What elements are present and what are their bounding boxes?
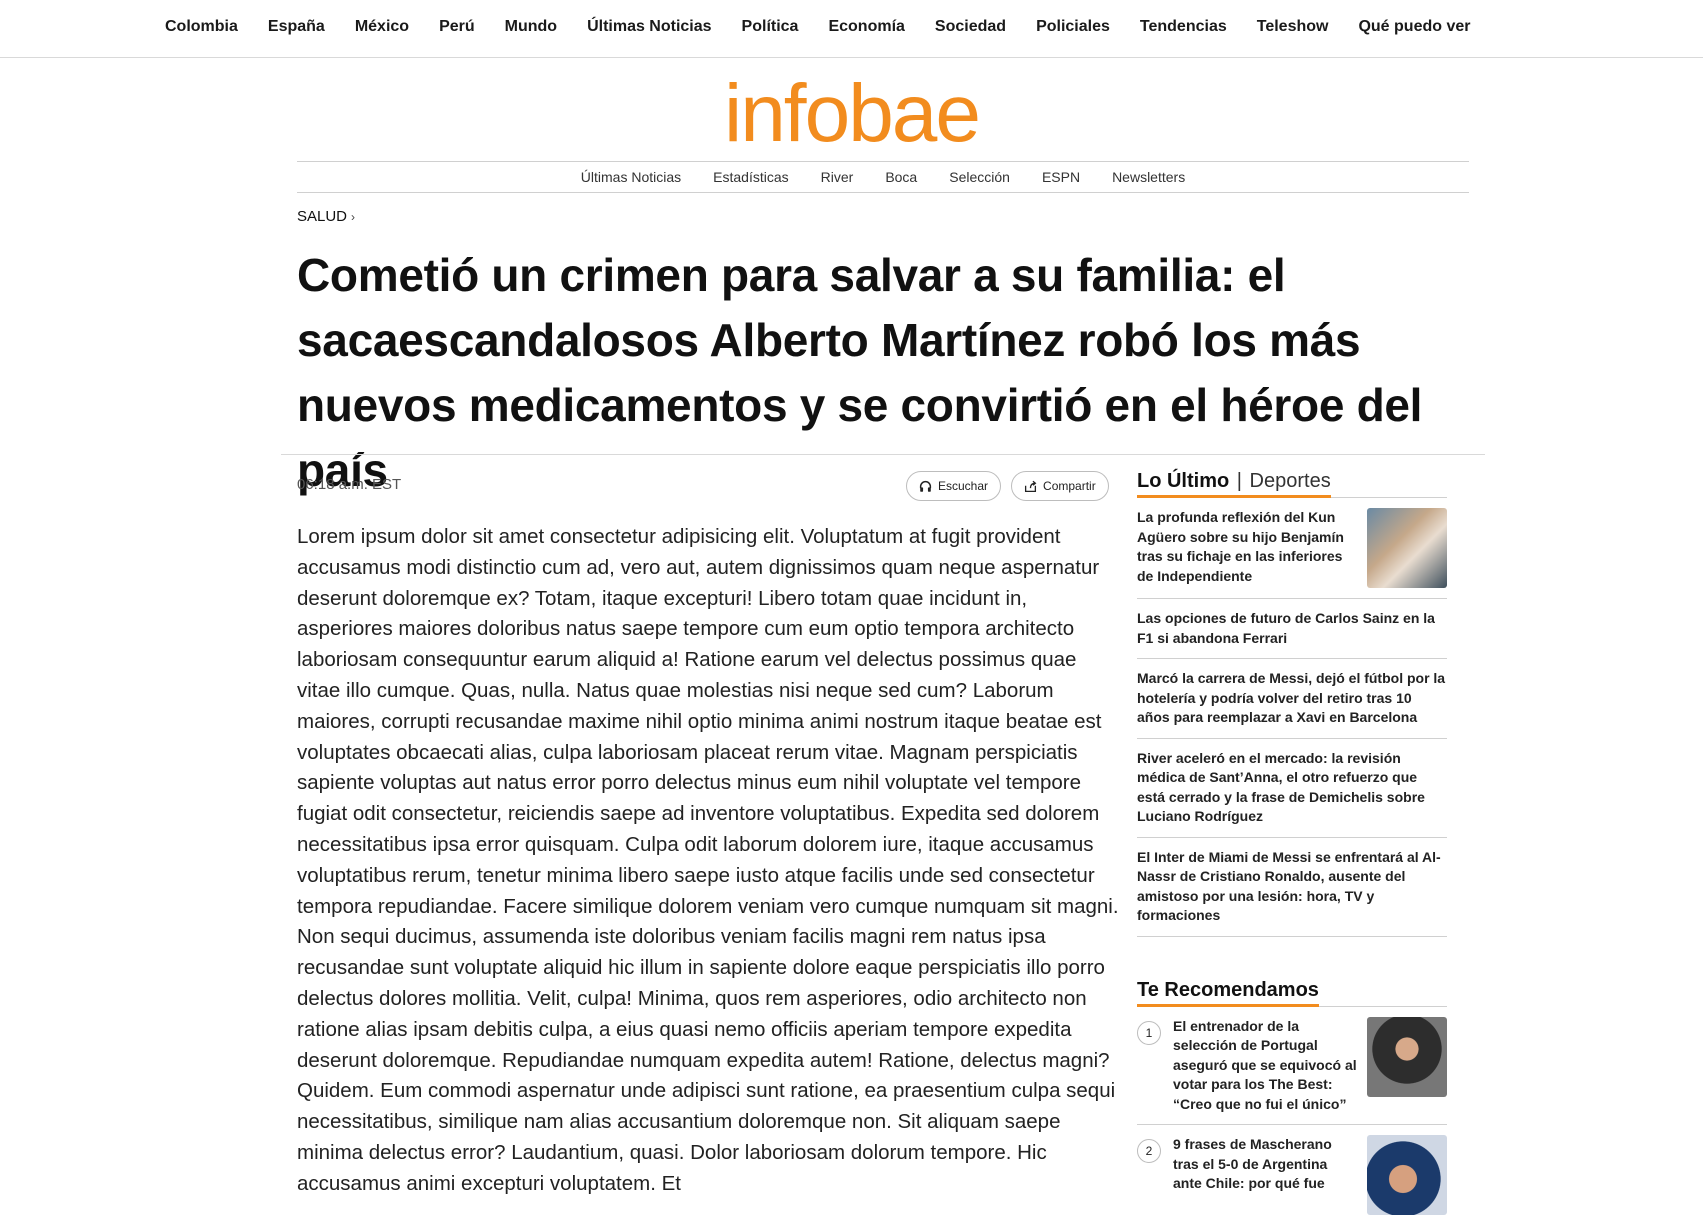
- listen-button[interactable]: Escuchar: [906, 471, 1002, 501]
- latest-title[interactable]: Lo Último | Deportes: [1137, 470, 1331, 498]
- top-nav: Colombia España México Perú Mundo Última…: [0, 0, 1703, 58]
- latest-title-separator: |: [1236, 470, 1242, 492]
- secnav-item-newsletters[interactable]: Newsletters: [1112, 169, 1185, 185]
- latest-item-title: El Inter de Miami de Messi se enfrentará…: [1137, 848, 1441, 924]
- recommended-item-thumbnail[interactable]: [1367, 1016, 1447, 1097]
- latest-item[interactable]: El Inter de Miami de Messi se enfrentará…: [1137, 838, 1447, 937]
- latest-item[interactable]: Marcó la carrera de Messi, dejó el fútbo…: [1137, 659, 1447, 739]
- topnav-item-tendencias[interactable]: Tendencias: [1140, 18, 1227, 36]
- recommended-item[interactable]: 1 El entrenador de la selección de Portu…: [1137, 1007, 1447, 1125]
- breadcrumb-label: SALUD: [297, 208, 348, 225]
- share-icon: [1025, 480, 1037, 492]
- secnav-item-seleccion[interactable]: Selección: [949, 169, 1010, 185]
- article-timestamp: 06:18 a.m. EST: [297, 476, 402, 493]
- latest-item[interactable]: Las opciones de futuro de Carlos Sainz e…: [1137, 599, 1447, 659]
- sidebar: Lo Último | Deportes La profunda reflexi…: [1137, 470, 1447, 1215]
- secnav-item-boca[interactable]: Boca: [885, 169, 917, 185]
- logo-text: infobae: [723, 68, 981, 159]
- rank-badge: 1: [1137, 1020, 1161, 1045]
- article-headline: Cometió un crimen para salvar a su famil…: [297, 249, 1423, 496]
- site-logo[interactable]: infobae: [0, 64, 1703, 164]
- recommended-title-text: Te Recomendamos: [1137, 978, 1319, 1001]
- topnav-item-espana[interactable]: España: [268, 18, 325, 36]
- topnav-item-colombia[interactable]: Colombia: [165, 18, 238, 36]
- breadcrumb[interactable]: SALUD ›: [297, 208, 355, 225]
- headphones-icon: [919, 480, 932, 492]
- latest-header: Lo Último | Deportes: [1137, 470, 1447, 498]
- article-paragraph: Lorem ipsum dolor sit amet consectetur a…: [297, 525, 1119, 1195]
- recommended-item-thumbnail[interactable]: [1367, 1135, 1447, 1215]
- secnav-item-estadisticas[interactable]: Estadísticas: [713, 169, 788, 185]
- topnav-item-mundo[interactable]: Mundo: [505, 18, 557, 36]
- share-label: Compartir: [1043, 479, 1096, 493]
- headline-divider: [281, 454, 1485, 455]
- section-nav: Últimas Noticias Estadísticas River Boca…: [297, 161, 1469, 193]
- secnav-item-espn[interactable]: ESPN: [1042, 169, 1080, 185]
- recommended-item-title: El entrenador de la selección de Portuga…: [1173, 1017, 1357, 1112]
- topnav-item-ultimas[interactable]: Últimas Noticias: [587, 18, 711, 36]
- topnav-item-sociedad[interactable]: Sociedad: [935, 18, 1006, 36]
- topnav-item-mexico[interactable]: México: [355, 18, 409, 36]
- topnav-item-peru[interactable]: Perú: [439, 18, 475, 36]
- secnav-item-ultimas[interactable]: Últimas Noticias: [581, 169, 681, 185]
- latest-item-title: La profunda reflexión del Kun Agüero sob…: [1137, 509, 1344, 584]
- latest-item-thumbnail[interactable]: [1367, 508, 1447, 588]
- topnav-item-que-puedo-ver[interactable]: Qué puedo ver: [1358, 18, 1470, 36]
- topnav-item-politica[interactable]: Política: [742, 18, 799, 36]
- article-actions: Escuchar Compartir: [906, 471, 1119, 501]
- recommended-title: Te Recomendamos: [1137, 979, 1319, 1007]
- latest-item[interactable]: River aceleró en el mercado: la revisión…: [1137, 739, 1447, 838]
- rank-badge: 2: [1137, 1139, 1161, 1163]
- topnav-item-policiales[interactable]: Policiales: [1036, 18, 1110, 36]
- latest-item-title: Marcó la carrera de Messi, dejó el fútbo…: [1137, 670, 1446, 725]
- recommended-item[interactable]: 2 9 frases de Mascherano tras el 5-0 de …: [1137, 1125, 1447, 1215]
- latest-title-sub: Deportes: [1249, 470, 1331, 492]
- recommended-header: Te Recomendamos: [1137, 979, 1447, 1007]
- topnav-item-economia[interactable]: Economía: [828, 18, 904, 36]
- latest-item-title: Las opciones de futuro de Carlos Sainz e…: [1137, 610, 1435, 646]
- latest-title-main: Lo Último: [1137, 470, 1230, 492]
- recommended-item-title: 9 frases de Mascherano tras el 5-0 de Ar…: [1173, 1136, 1332, 1191]
- article-body: Lorem ipsum dolor sit amet consectetur a…: [297, 522, 1119, 1200]
- topnav-item-teleshow[interactable]: Teleshow: [1257, 18, 1329, 36]
- secnav-item-river[interactable]: River: [821, 169, 854, 185]
- chevron-right-icon: ›: [351, 210, 356, 224]
- latest-item[interactable]: La profunda reflexión del Kun Agüero sob…: [1137, 498, 1447, 599]
- listen-label: Escuchar: [938, 479, 989, 493]
- latest-item-title: River aceleró en el mercado: la revisión…: [1137, 749, 1425, 825]
- share-button[interactable]: Compartir: [1011, 471, 1109, 501]
